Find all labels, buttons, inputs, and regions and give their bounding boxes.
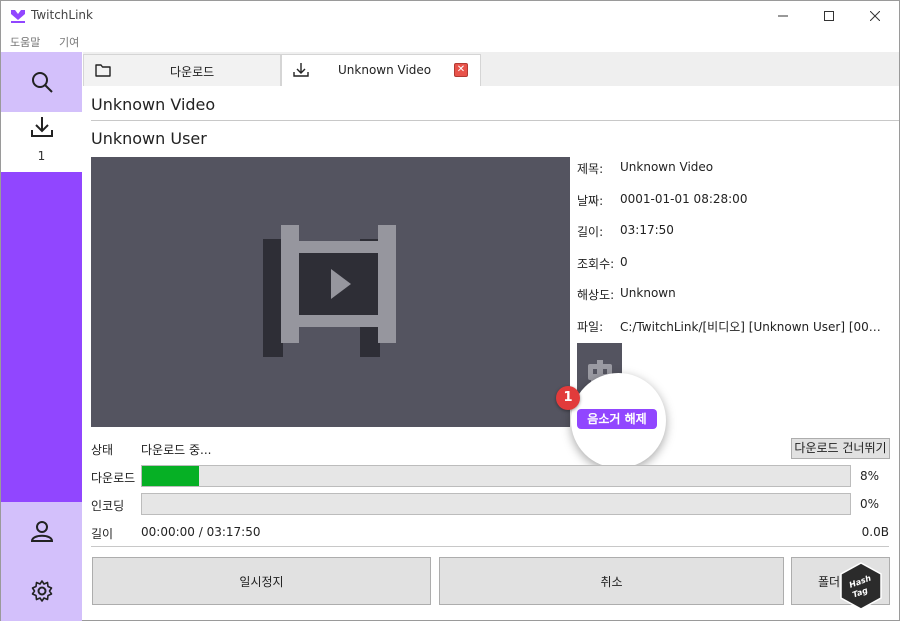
close-window-button[interactable] (852, 1, 898, 31)
minimize-icon (778, 15, 788, 17)
close-icon: ✕ (456, 64, 466, 75)
sidebar-item-settings[interactable] (1, 560, 82, 621)
duration-value: 00:00:00 / 03:17:50 (141, 525, 261, 539)
divider (91, 120, 899, 121)
video-thumbnail (91, 157, 570, 427)
info-date-label: 날짜: (577, 194, 604, 208)
info-length-label: 길이: (577, 225, 604, 239)
encoding-percent: 0% (860, 497, 880, 511)
tab-video[interactable]: Unknown Video ✕ (281, 54, 481, 86)
duration-label: 길이 (91, 527, 114, 541)
gear-icon (31, 579, 52, 602)
title-bar: TwitchLink (1, 1, 899, 31)
user-icon (30, 521, 53, 542)
info-length-value: 03:17:50 (620, 223, 674, 237)
menu-bar: 도움말 기여 (1, 31, 899, 51)
download-percent: 8% (860, 469, 880, 483)
info-views-value: 0 (620, 255, 628, 269)
cancel-button[interactable]: 취소 (439, 557, 784, 605)
film-video-icon (263, 225, 396, 357)
close-icon (870, 11, 880, 21)
sidebar-item-search[interactable] (1, 52, 82, 112)
divider (91, 546, 889, 547)
tab-close-button[interactable]: ✕ (454, 63, 468, 77)
status-label: 상태 (91, 443, 114, 457)
download-count: 1 (37, 149, 46, 163)
hashtag-watermark-logo: Hash Tag (840, 562, 882, 610)
file-size-value: 0.0B (861, 525, 889, 539)
download-progress-bar (141, 465, 851, 487)
tab-downloads[interactable]: 다운로드 (83, 54, 281, 86)
download-progress-label: 다운로드 (91, 471, 136, 485)
app-title: TwitchLink (31, 8, 93, 22)
tab-video-label: Unknown Video (338, 63, 432, 77)
twitchlink-logo-icon (11, 10, 25, 23)
pause-button[interactable]: 일시정지 (92, 557, 431, 605)
video-title: Unknown Video (91, 95, 216, 114)
download-icon (31, 117, 53, 137)
info-date-value: 0001-01-01 08:28:00 (620, 192, 748, 206)
tab-bar: 다운로드 Unknown Video ✕ (83, 52, 899, 86)
menu-contribute[interactable]: 기여 (59, 34, 79, 50)
folder-icon (95, 64, 111, 77)
info-file-label: 파일: (577, 320, 604, 334)
info-views-label: 조회수: (577, 257, 615, 271)
encoding-progress-bar (141, 493, 851, 515)
encoding-progress-label: 인코딩 (91, 499, 125, 513)
sidebar-item-account[interactable] (1, 502, 82, 560)
info-title-value: Unknown Video (620, 160, 714, 174)
unmute-button[interactable]: 음소거 해제 (577, 409, 657, 429)
maximize-icon (824, 11, 834, 21)
tab-downloads-label: 다운로드 (170, 65, 215, 79)
menu-help[interactable]: 도움말 (10, 34, 40, 50)
status-value: 다운로드 중... (141, 443, 212, 457)
info-title-label: 제목: (577, 162, 604, 176)
skip-download-button[interactable]: 다운로드 건너뛰기 (791, 438, 890, 459)
info-resolution-value: Unknown (620, 286, 676, 300)
app-window: TwitchLink 도움말 기여 1 다운로드 Unknown Video ✕… (0, 0, 900, 621)
callout-number-badge: 1 (556, 386, 580, 410)
sidebar-item-downloads[interactable]: 1 (1, 112, 82, 172)
download-progress-fill (142, 466, 199, 486)
search-icon (31, 72, 53, 93)
info-file-value: C:/TwitchLink/[비디오] [Unknown User] [0001… (620, 320, 882, 334)
sidebar: 1 (1, 52, 82, 621)
minimize-button[interactable] (760, 1, 806, 31)
info-resolution-label: 해상도: (577, 288, 615, 302)
maximize-button[interactable] (806, 1, 852, 31)
channel-name: Unknown User (91, 129, 207, 148)
download-icon (293, 63, 309, 77)
